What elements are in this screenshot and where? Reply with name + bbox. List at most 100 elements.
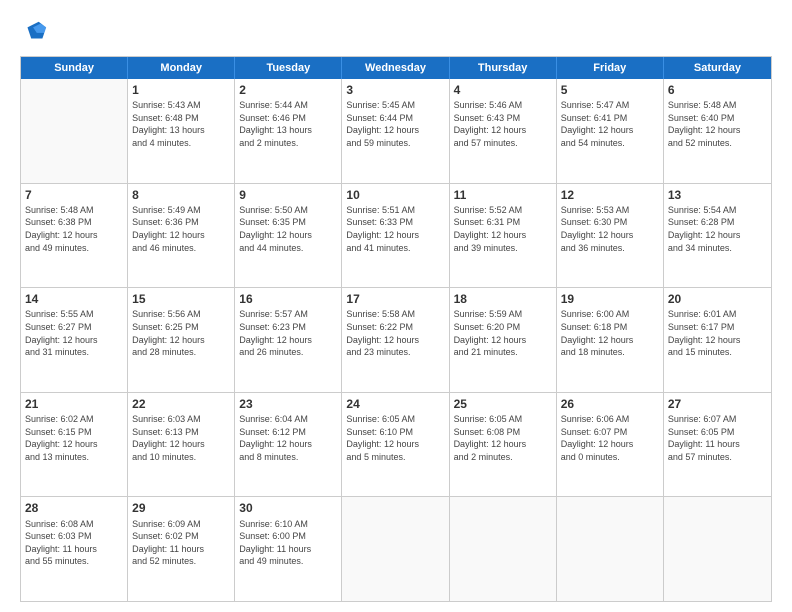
day-number: 12: [561, 187, 659, 203]
calendar-header-cell: Saturday: [664, 57, 771, 79]
day-number: 9: [239, 187, 337, 203]
calendar-header-cell: Tuesday: [235, 57, 342, 79]
logo-icon: [20, 18, 48, 46]
day-number: 1: [132, 82, 230, 98]
day-info: Sunrise: 5:47 AM Sunset: 6:41 PM Dayligh…: [561, 99, 659, 149]
day-number: 25: [454, 396, 552, 412]
calendar-header-cell: Monday: [128, 57, 235, 79]
calendar-cell: 6Sunrise: 5:48 AM Sunset: 6:40 PM Daylig…: [664, 79, 771, 183]
calendar-cell: 13Sunrise: 5:54 AM Sunset: 6:28 PM Dayli…: [664, 184, 771, 288]
day-info: Sunrise: 6:06 AM Sunset: 6:07 PM Dayligh…: [561, 413, 659, 463]
day-number: 5: [561, 82, 659, 98]
day-number: 17: [346, 291, 444, 307]
day-info: Sunrise: 5:43 AM Sunset: 6:48 PM Dayligh…: [132, 99, 230, 149]
day-number: 20: [668, 291, 767, 307]
calendar-cell: 12Sunrise: 5:53 AM Sunset: 6:30 PM Dayli…: [557, 184, 664, 288]
calendar-cell: 24Sunrise: 6:05 AM Sunset: 6:10 PM Dayli…: [342, 393, 449, 497]
calendar-cell: 25Sunrise: 6:05 AM Sunset: 6:08 PM Dayli…: [450, 393, 557, 497]
calendar-cell: 3Sunrise: 5:45 AM Sunset: 6:44 PM Daylig…: [342, 79, 449, 183]
day-info: Sunrise: 6:07 AM Sunset: 6:05 PM Dayligh…: [668, 413, 767, 463]
day-info: Sunrise: 6:02 AM Sunset: 6:15 PM Dayligh…: [25, 413, 123, 463]
calendar-cell: 21Sunrise: 6:02 AM Sunset: 6:15 PM Dayli…: [21, 393, 128, 497]
calendar: SundayMondayTuesdayWednesdayThursdayFrid…: [20, 56, 772, 602]
calendar-cell: 27Sunrise: 6:07 AM Sunset: 6:05 PM Dayli…: [664, 393, 771, 497]
calendar-cell: 4Sunrise: 5:46 AM Sunset: 6:43 PM Daylig…: [450, 79, 557, 183]
day-number: 10: [346, 187, 444, 203]
calendar-cell: 14Sunrise: 5:55 AM Sunset: 6:27 PM Dayli…: [21, 288, 128, 392]
day-info: Sunrise: 6:01 AM Sunset: 6:17 PM Dayligh…: [668, 308, 767, 358]
day-info: Sunrise: 5:54 AM Sunset: 6:28 PM Dayligh…: [668, 204, 767, 254]
calendar-cell: 29 Sunrise: 6:09 AM Sunset: 6:02 PM Dayli…: [128, 497, 235, 601]
day-info: Sunrise: 5:56 AM Sunset: 6:25 PM Dayligh…: [132, 308, 230, 358]
calendar-cell: 10Sunrise: 5:51 AM Sunset: 6:33 PM Dayli…: [342, 184, 449, 288]
calendar-header-cell: Thursday: [450, 57, 557, 79]
calendar-cell: 23Sunrise: 6:04 AM Sunset: 6:12 PM Dayli…: [235, 393, 342, 497]
day-info: Sunrise: 5:58 AM Sunset: 6:22 PM Dayligh…: [346, 308, 444, 358]
day-number: 16: [239, 291, 337, 307]
calendar-cell: 7Sunrise: 5:48 AM Sunset: 6:38 PM Daylig…: [21, 184, 128, 288]
day-number: 8: [132, 187, 230, 203]
day-number: 27: [668, 396, 767, 412]
day-number: 22: [132, 396, 230, 412]
day-number: 23: [239, 396, 337, 412]
day-info: Sunrise: 5:50 AM Sunset: 6:35 PM Dayligh…: [239, 204, 337, 254]
calendar-cell: 1Sunrise: 5:43 AM Sunset: 6:48 PM Daylig…: [128, 79, 235, 183]
day-number: 3: [346, 82, 444, 98]
day-number: 26: [561, 396, 659, 412]
day-info: Sunrise: 6:05 AM Sunset: 6:10 PM Dayligh…: [346, 413, 444, 463]
calendar-header-cell: Wednesday: [342, 57, 449, 79]
calendar-cell: 19Sunrise: 6:00 AM Sunset: 6:18 PM Dayli…: [557, 288, 664, 392]
day-number: 13: [668, 187, 767, 203]
calendar-cell: [450, 497, 557, 601]
calendar-row: 21Sunrise: 6:02 AM Sunset: 6:15 PM Dayli…: [21, 393, 771, 498]
day-info: Sunrise: 6:05 AM Sunset: 6:08 PM Dayligh…: [454, 413, 552, 463]
day-info: Sunrise: 5:44 AM Sunset: 6:46 PM Dayligh…: [239, 99, 337, 149]
day-number: 7: [25, 187, 123, 203]
day-info: Sunrise: 5:52 AM Sunset: 6:31 PM Dayligh…: [454, 204, 552, 254]
day-info: Sunrise: 6:09 AM Sunset: 6:02 PM Dayligh…: [132, 518, 230, 568]
calendar-cell: [342, 497, 449, 601]
calendar-cell: [21, 79, 128, 183]
calendar-cell: 5Sunrise: 5:47 AM Sunset: 6:41 PM Daylig…: [557, 79, 664, 183]
day-number: 14: [25, 291, 123, 307]
calendar-cell: 20Sunrise: 6:01 AM Sunset: 6:17 PM Dayli…: [664, 288, 771, 392]
calendar-row: 14Sunrise: 5:55 AM Sunset: 6:27 PM Dayli…: [21, 288, 771, 393]
calendar-cell: 26Sunrise: 6:06 AM Sunset: 6:07 PM Dayli…: [557, 393, 664, 497]
day-info: Sunrise: 5:57 AM Sunset: 6:23 PM Dayligh…: [239, 308, 337, 358]
day-info: Sunrise: 5:55 AM Sunset: 6:27 PM Dayligh…: [25, 308, 123, 358]
calendar-cell: 8Sunrise: 5:49 AM Sunset: 6:36 PM Daylig…: [128, 184, 235, 288]
day-info: Sunrise: 5:48 AM Sunset: 6:38 PM Dayligh…: [25, 204, 123, 254]
calendar-cell: 18Sunrise: 5:59 AM Sunset: 6:20 PM Dayli…: [450, 288, 557, 392]
day-number: 15: [132, 291, 230, 307]
header: [20, 18, 772, 46]
calendar-cell: 22Sunrise: 6:03 AM Sunset: 6:13 PM Dayli…: [128, 393, 235, 497]
day-number: 29: [132, 500, 230, 516]
day-info: Sunrise: 6:03 AM Sunset: 6:13 PM Dayligh…: [132, 413, 230, 463]
day-info: Sunrise: 6:10 AM Sunset: 6:00 PM Dayligh…: [239, 518, 337, 568]
calendar-cell: 17Sunrise: 5:58 AM Sunset: 6:22 PM Dayli…: [342, 288, 449, 392]
day-number: 11: [454, 187, 552, 203]
day-info: Sunrise: 5:45 AM Sunset: 6:44 PM Dayligh…: [346, 99, 444, 149]
day-number: 21: [25, 396, 123, 412]
calendar-cell: [664, 497, 771, 601]
calendar-header-cell: Friday: [557, 57, 664, 79]
calendar-body: 1Sunrise: 5:43 AM Sunset: 6:48 PM Daylig…: [21, 79, 771, 601]
calendar-cell: 28 Sunrise: 6:08 AM Sunset: 6:03 PM Dayli…: [21, 497, 128, 601]
calendar-cell: [557, 497, 664, 601]
calendar-cell: 16Sunrise: 5:57 AM Sunset: 6:23 PM Dayli…: [235, 288, 342, 392]
day-info: Sunrise: 6:00 AM Sunset: 6:18 PM Dayligh…: [561, 308, 659, 358]
day-number: 30: [239, 500, 337, 516]
day-number: 18: [454, 291, 552, 307]
day-number: 28: [25, 500, 123, 516]
calendar-header-row: SundayMondayTuesdayWednesdayThursdayFrid…: [21, 57, 771, 79]
day-info: Sunrise: 5:59 AM Sunset: 6:20 PM Dayligh…: [454, 308, 552, 358]
day-info: Sunrise: 5:49 AM Sunset: 6:36 PM Dayligh…: [132, 204, 230, 254]
day-info: Sunrise: 5:53 AM Sunset: 6:30 PM Dayligh…: [561, 204, 659, 254]
day-number: 24: [346, 396, 444, 412]
day-info: Sunrise: 6:08 AM Sunset: 6:03 PM Dayligh…: [25, 518, 123, 568]
calendar-cell: 9Sunrise: 5:50 AM Sunset: 6:35 PM Daylig…: [235, 184, 342, 288]
day-number: 19: [561, 291, 659, 307]
logo: [20, 18, 52, 46]
day-info: Sunrise: 5:51 AM Sunset: 6:33 PM Dayligh…: [346, 204, 444, 254]
day-info: Sunrise: 5:46 AM Sunset: 6:43 PM Dayligh…: [454, 99, 552, 149]
